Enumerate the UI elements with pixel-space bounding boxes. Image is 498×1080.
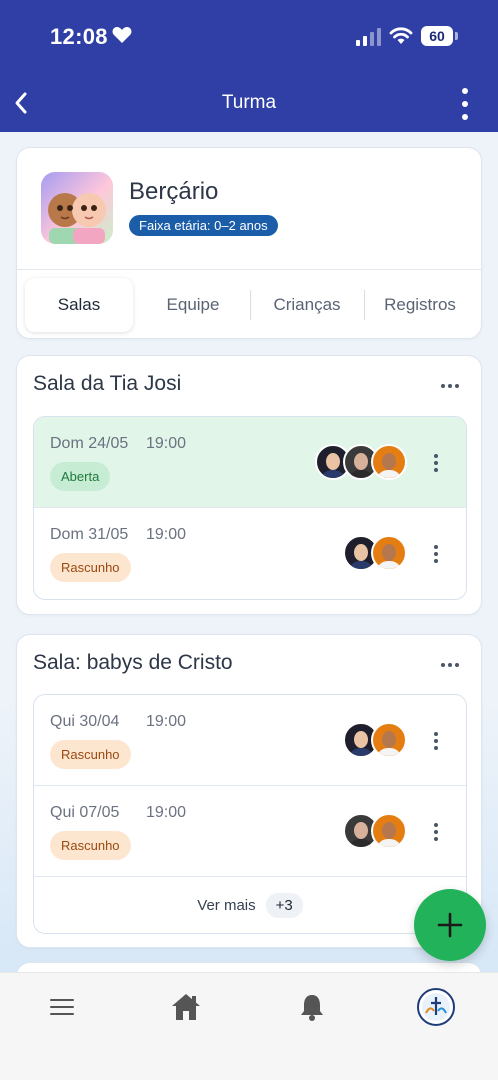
session-list: Qui 30/04 19:00 Rascunho Qui 07/05 19:00… bbox=[33, 694, 467, 934]
babies-illustration bbox=[48, 193, 106, 244]
church-logo-image bbox=[417, 988, 455, 1026]
session-row[interactable]: Qui 07/05 19:00 Rascunho bbox=[34, 786, 466, 877]
session-time: 19:00 bbox=[146, 804, 187, 821]
session-time: 19:00 bbox=[146, 435, 187, 452]
heart-icon bbox=[112, 27, 132, 43]
status-badge: Rascunho bbox=[50, 740, 131, 769]
session-row[interactable]: Qui 30/04 19:00 Rascunho bbox=[34, 695, 466, 786]
status-time: 12:08 bbox=[50, 24, 108, 49]
staff-avatars bbox=[343, 722, 407, 758]
more-count-badge: +3 bbox=[265, 892, 303, 918]
avatar bbox=[371, 444, 407, 480]
church-logo[interactable] bbox=[416, 987, 456, 1027]
session-time: 19:00 bbox=[146, 713, 187, 730]
room-title: Sala: babys de Cristo bbox=[33, 651, 233, 674]
tab-equipe[interactable]: Equipe bbox=[137, 278, 249, 332]
wifi-icon bbox=[389, 27, 413, 44]
room-options-icon[interactable] bbox=[441, 663, 459, 667]
tab-salas[interactable]: Salas bbox=[25, 278, 133, 332]
room-title: Sala da Tia Josi bbox=[33, 372, 182, 395]
class-avatar bbox=[41, 172, 113, 244]
avatar bbox=[371, 535, 407, 571]
divider bbox=[17, 269, 481, 270]
room-card: Sala da Tia Josi Dom 24/05 19:00 Aberta … bbox=[16, 355, 482, 615]
session-time: 19:00 bbox=[146, 526, 187, 543]
session-options-icon[interactable] bbox=[434, 545, 438, 563]
session-date: Dom 24/05 bbox=[50, 435, 129, 452]
class-name: Berçário bbox=[129, 178, 219, 205]
bell-icon[interactable] bbox=[292, 987, 332, 1027]
status-badge: Aberta bbox=[50, 462, 111, 491]
plus-icon bbox=[437, 912, 463, 938]
room-options-icon[interactable] bbox=[441, 384, 459, 388]
staff-avatars bbox=[343, 535, 407, 571]
tab-registros[interactable]: Registros bbox=[365, 278, 475, 332]
status-badge: Rascunho bbox=[50, 831, 131, 860]
bottom-navigation bbox=[0, 972, 498, 1080]
add-button[interactable] bbox=[414, 889, 486, 961]
room-card: Sala: babys de Cristo Qui 30/04 19:00 Ra… bbox=[16, 634, 482, 948]
status-bar: 12:08 60 bbox=[0, 0, 498, 72]
tab-criancas[interactable]: Crianças bbox=[251, 278, 363, 332]
session-options-icon[interactable] bbox=[434, 732, 438, 750]
tab-bar: Salas Equipe Crianças Registros bbox=[25, 278, 475, 332]
menu-icon[interactable] bbox=[42, 987, 82, 1027]
session-list: Dom 24/05 19:00 Aberta Dom 31/05 19:00 R… bbox=[33, 416, 467, 600]
session-row[interactable]: Dom 24/05 19:00 Aberta bbox=[34, 417, 466, 508]
session-options-icon[interactable] bbox=[434, 823, 438, 841]
staff-avatars bbox=[343, 813, 407, 849]
more-options-icon[interactable] bbox=[458, 86, 472, 122]
staff-avatars bbox=[315, 444, 407, 480]
session-date: Qui 07/05 bbox=[50, 804, 120, 821]
home-icon[interactable] bbox=[166, 987, 206, 1027]
status-badge: Rascunho bbox=[50, 553, 131, 582]
session-date: Qui 30/04 bbox=[50, 713, 120, 730]
cellular-signal-icon bbox=[356, 28, 381, 46]
avatar bbox=[371, 813, 407, 849]
class-info-card: Berçário Faixa etária: 0–2 anos Salas Eq… bbox=[16, 147, 482, 339]
session-date: Dom 31/05 bbox=[50, 526, 129, 543]
app-header: 12:08 60 Turma bbox=[0, 0, 498, 132]
see-more-label: Ver mais bbox=[197, 896, 256, 914]
page-title: Turma bbox=[221, 92, 277, 113]
age-range-badge: Faixa etária: 0–2 anos bbox=[129, 215, 278, 236]
avatar bbox=[371, 722, 407, 758]
battery-icon: 60 bbox=[421, 26, 458, 46]
session-row[interactable]: Dom 31/05 19:00 Rascunho bbox=[34, 508, 466, 599]
nav-bar: Turma bbox=[0, 80, 498, 128]
see-more-button[interactable]: Ver mais +3 bbox=[34, 877, 466, 933]
session-options-icon[interactable] bbox=[434, 454, 438, 472]
